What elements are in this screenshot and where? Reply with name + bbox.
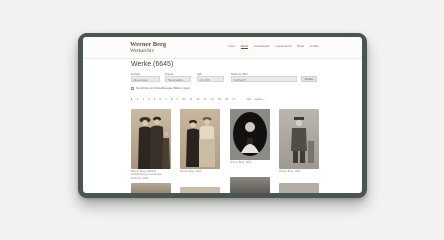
page-link-9[interactable]: 9: [177, 98, 179, 101]
main-nav: Leben Werke Ausstellungen Literaturarchi…: [228, 45, 318, 49]
site-logo-title[interactable]: Werner Berg: [130, 41, 166, 48]
artwork-thumbnail-5[interactable]: [131, 183, 171, 193]
technik-select[interactable]: Alle anzeigen: [131, 76, 160, 82]
title-search-input[interactable]: Suchbegriff: [231, 76, 297, 82]
page-link-16[interactable]: 16: [225, 98, 228, 101]
nav-item-werke[interactable]: Werke: [240, 45, 249, 49]
pagination-ellipsis: …: [239, 98, 243, 101]
photo-couple-icon: [186, 117, 215, 167]
pagination: 1 2 3 4 5 6 7 8 9 10 11 12 13 14 15 16 1…: [131, 98, 264, 101]
page-title: Werke (6645): [131, 61, 174, 68]
page-link-5[interactable]: 5: [154, 98, 156, 101]
page-link-3[interactable]: 3: [142, 98, 144, 101]
page-link-17[interactable]: 17: [232, 98, 235, 101]
nav-item-literaturarchiv[interactable]: Literaturarchiv: [275, 45, 291, 49]
page-link-13[interactable]: 13: [204, 98, 207, 101]
hires-checkbox-label[interactable]: Nur Werke mit hochauflösenden Bildern ze…: [136, 87, 190, 90]
laptop-frame: Werner Berg Werkarchiv Leben Werke Ausst…: [78, 33, 367, 198]
artwork-thumbnail-8[interactable]: [279, 183, 319, 193]
artwork-thumbnail-1[interactable]: [131, 109, 171, 169]
page-link-next[interactable]: weiter »: [255, 98, 264, 101]
artwork-thumbnail-3[interactable]: [230, 109, 270, 160]
page-link-8[interactable]: 8: [171, 98, 173, 101]
nav-item-leben[interactable]: Leben: [228, 45, 235, 49]
page-link-12[interactable]: 12: [196, 98, 199, 101]
page-link-14[interactable]: 14: [211, 98, 214, 101]
page-link-7[interactable]: 7: [165, 98, 167, 101]
photo-soldier-icon: [291, 117, 314, 163]
page-link-2[interactable]: 2: [137, 98, 139, 101]
artwork-caption-1[interactable]: Werner Berg, Mathilde Schellenberger und…: [131, 170, 171, 180]
artwork-thumbnail-2[interactable]: [180, 109, 220, 169]
page-link-6[interactable]: 6: [159, 98, 161, 101]
artwork-caption-3[interactable]: Werner Berg, 1924: [230, 161, 270, 164]
nav-item-kontakt[interactable]: Kontakt: [310, 45, 319, 49]
photo-portrait-icon: [233, 112, 267, 156]
page-link-10[interactable]: 10: [182, 98, 185, 101]
artwork-thumbnail-4[interactable]: [279, 109, 319, 169]
hires-checkbox[interactable]: [131, 86, 134, 90]
search-button[interactable]: Suchen: [301, 76, 317, 82]
page-link-4[interactable]: 4: [148, 98, 150, 101]
nav-item-briefe[interactable]: Briefe: [297, 45, 304, 49]
artwork-caption-2[interactable]: Werner Berg, 1923: [180, 170, 220, 173]
artwork-thumbnail-7[interactable]: [230, 177, 270, 193]
nav-item-ausstellungen[interactable]: Ausstellungen: [254, 45, 270, 49]
artwork-caption-4[interactable]: Werner Berg, 1925: [279, 170, 319, 173]
page-link-11[interactable]: 11: [189, 98, 192, 101]
page-link-last[interactable]: 222: [246, 98, 250, 101]
thema-select[interactable]: Thema wählen: [165, 76, 191, 82]
jahr-input[interactable]: z.B. 1935: [197, 76, 224, 82]
site-logo-subtitle[interactable]: Werkarchiv: [130, 48, 154, 54]
artwork-thumbnail-6[interactable]: [180, 187, 220, 193]
photo-figures-icon: [138, 116, 170, 169]
site-header: Werner Berg Werkarchiv Leben Werke Ausst…: [83, 37, 362, 59]
page-link-1[interactable]: 1: [131, 98, 133, 101]
browser-viewport: Werner Berg Werkarchiv Leben Werke Ausst…: [83, 37, 362, 193]
page-link-15[interactable]: 15: [218, 98, 221, 101]
